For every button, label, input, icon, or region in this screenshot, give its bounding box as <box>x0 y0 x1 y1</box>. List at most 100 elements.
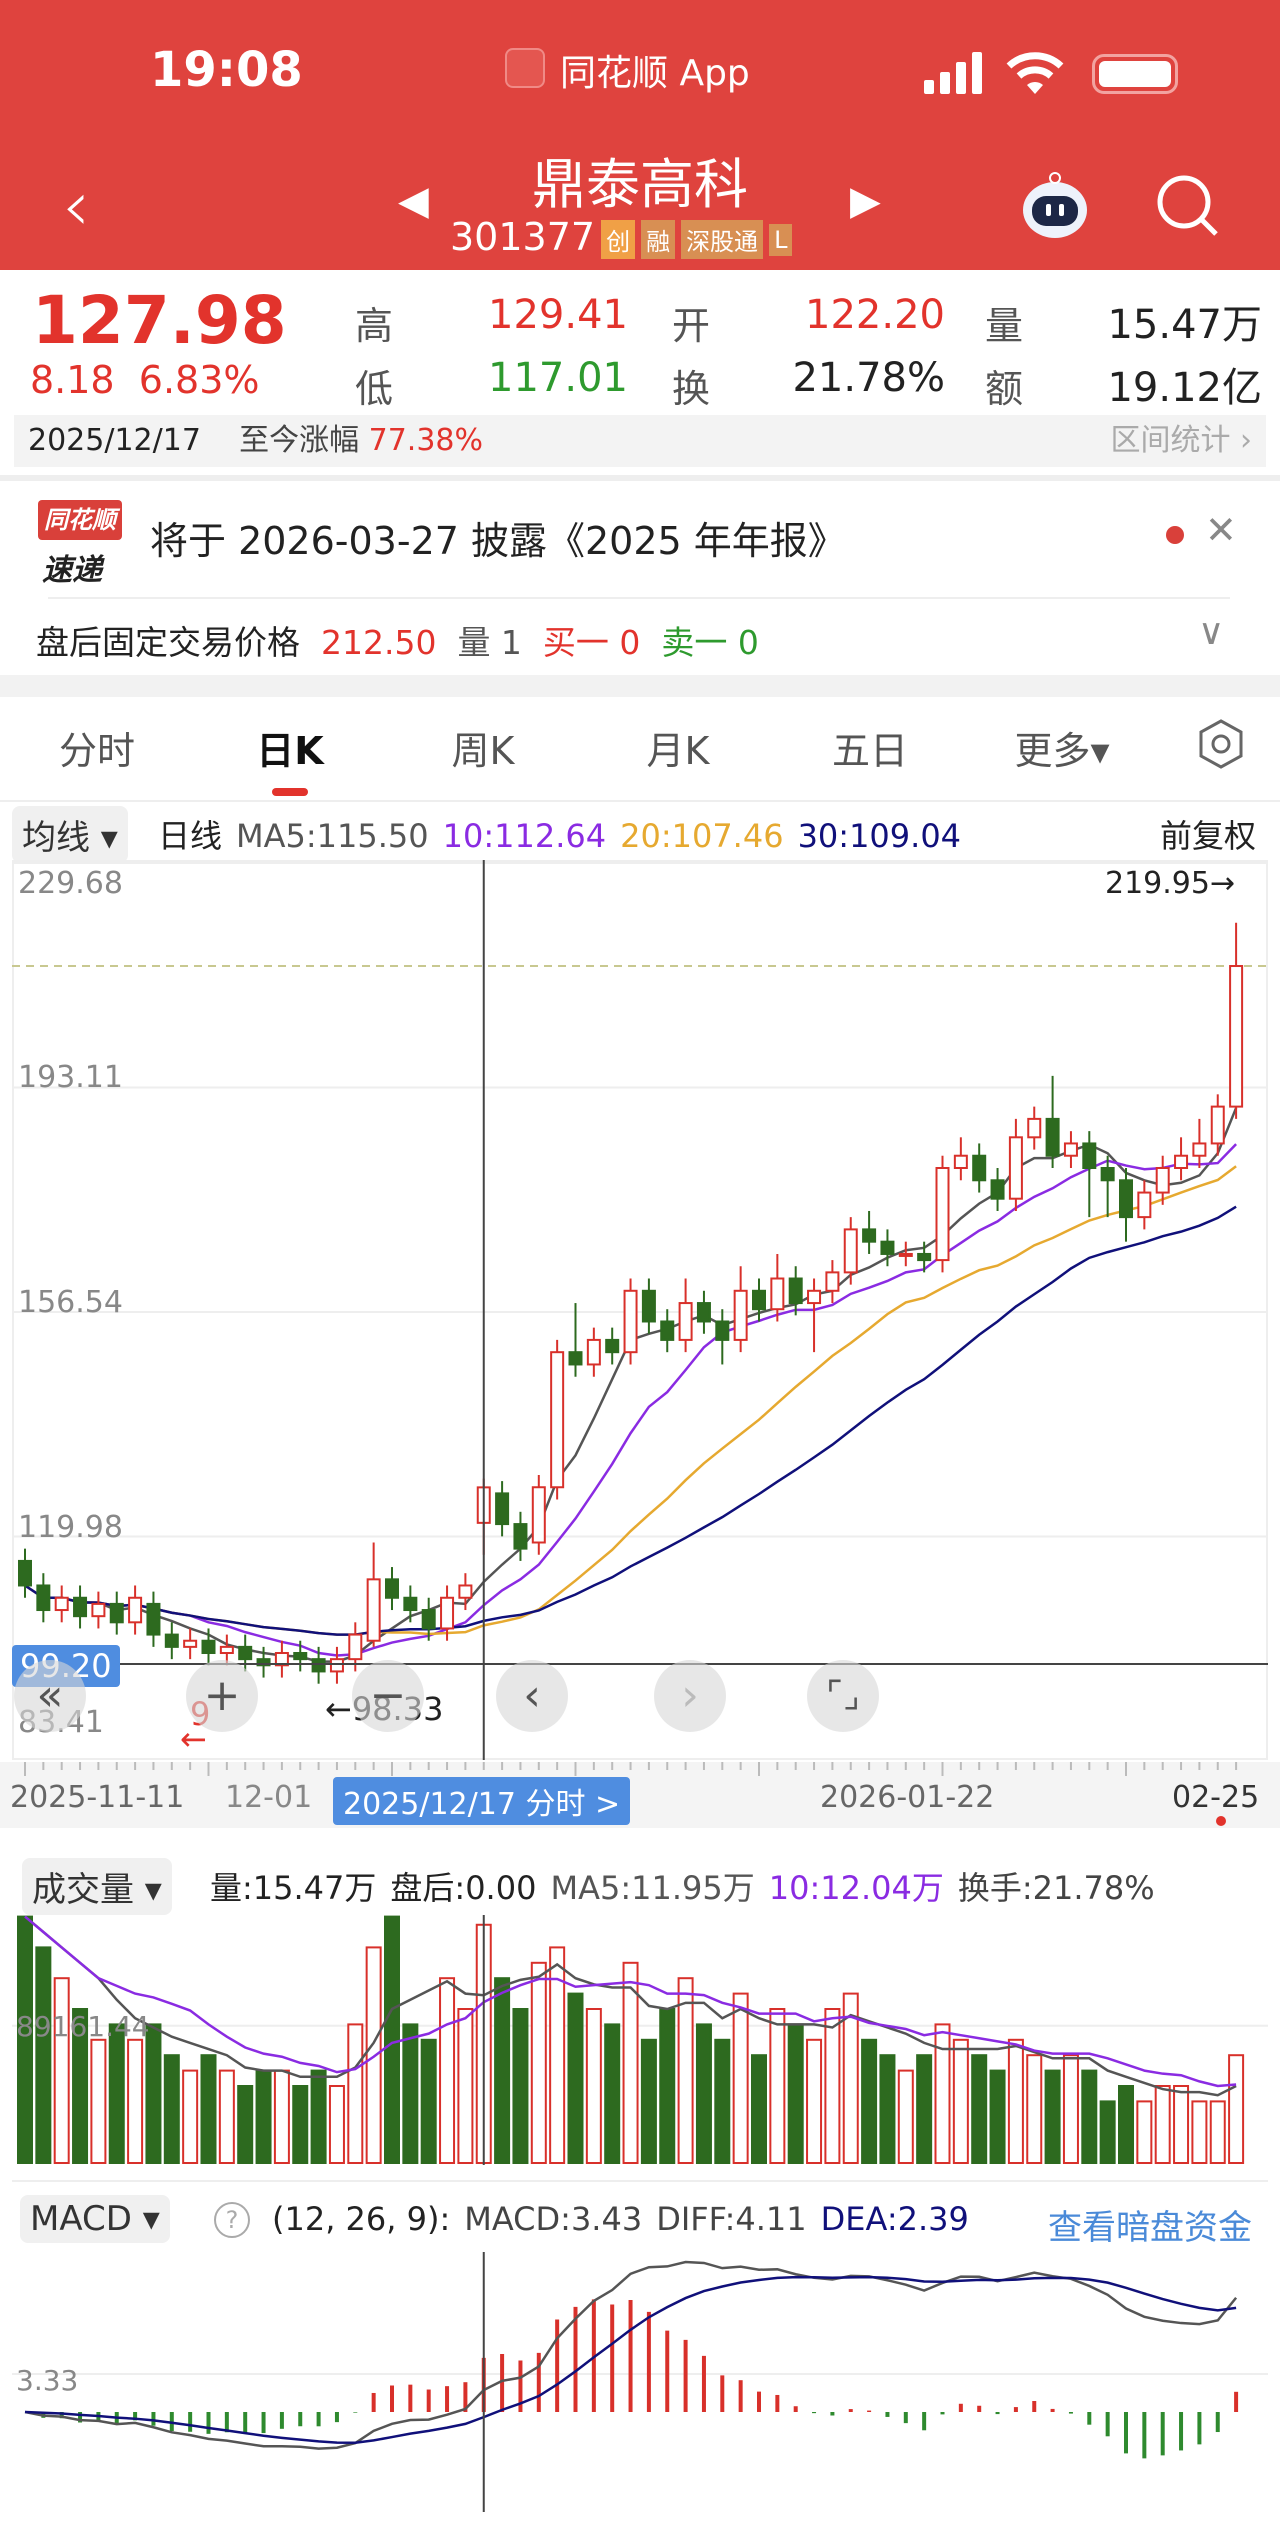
candle-up <box>733 1289 748 1341</box>
candle-down <box>73 1596 88 1618</box>
tab-daily-k[interactable]: 日K <box>256 720 323 775</box>
ma30-value: 30:109.04 <box>797 817 962 855</box>
turnover-value: 21.78% <box>792 355 945 401</box>
zoom-in-button[interactable]: + <box>186 1660 258 1732</box>
volume-chart[interactable] <box>0 1915 1280 2165</box>
ma20-line <box>24 1165 1237 1636</box>
kline-chart[interactable] <box>0 860 1280 1760</box>
volume-bar-down <box>384 1915 400 2164</box>
status-app-name: 同花顺 App <box>560 53 750 94</box>
indicator-selector[interactable]: 均线 ▾ <box>12 806 128 863</box>
diff-value: DIFF:4.11 <box>656 2200 807 2238</box>
candle-up <box>1155 1167 1170 1194</box>
candle-down <box>568 1351 583 1366</box>
candle-down <box>513 1523 528 1550</box>
candle-up <box>935 1167 950 1262</box>
candle-down <box>311 1658 326 1673</box>
vol-ma5: MA5:11.95万 <box>550 1869 755 1907</box>
interval-stats-link[interactable]: 区间统计 › <box>1110 415 1252 467</box>
candle-up <box>128 1596 143 1624</box>
after-hours-row[interactable]: 盘后固定交易价格 212.50 量 1 买一 0 卖一 0 <box>36 616 759 664</box>
scroll-right-button[interactable]: › <box>654 1660 726 1732</box>
volume-bar-down <box>237 2085 254 2164</box>
after-hours-price: 212.50 <box>320 623 437 662</box>
stock-code-row: 301377 创融深股通 L <box>450 215 835 259</box>
y-tick-label: 156.54 <box>18 1285 123 1320</box>
after-hours-volume: 盘后:0.00 <box>390 1869 537 1907</box>
settings-gear-icon[interactable] <box>1195 718 1247 774</box>
latest-dot-icon <box>1216 1816 1226 1826</box>
macd-chart[interactable] <box>0 2252 1280 2512</box>
tab-monthly-k[interactable]: 月K <box>647 720 710 775</box>
volume-bar-down <box>35 1946 52 2165</box>
macd-indicator-selector[interactable]: MACD ▾ <box>20 2195 170 2243</box>
candle-down <box>18 1559 32 1587</box>
crosshair-date-intraday-link[interactable]: 2025/12/17 分时 > <box>333 1777 631 1825</box>
search-icon[interactable] <box>1152 170 1222 244</box>
volume-bar-up <box>677 1977 694 2165</box>
scroll-left-button[interactable]: ‹ <box>496 1660 568 1732</box>
candle-up <box>623 1289 638 1354</box>
adjust-mode-button[interactable]: 前复权 <box>1160 811 1256 857</box>
help-icon[interactable]: ? <box>214 2202 250 2238</box>
low-label: 低 <box>355 367 394 411</box>
robot-assistant-icon[interactable] <box>1018 168 1092 246</box>
ths-logo: 同花顺 <box>38 500 122 540</box>
candle-down <box>605 1338 620 1354</box>
tab-intraday[interactable]: 分时 <box>59 720 135 775</box>
close-notice-icon[interactable]: ✕ <box>1205 508 1237 552</box>
scroll-to-start-button[interactable]: « <box>14 1660 86 1732</box>
candle-down <box>660 1320 675 1341</box>
candle-up <box>531 1486 546 1544</box>
volume-bar-down <box>200 2054 217 2164</box>
amount-label: 额 <box>985 367 1024 411</box>
macd-legend: (12, 26, 9): MACD:3.43 DIFF:4.11 DEA:2.39 <box>272 2200 983 2238</box>
volume-indicator-selector[interactable]: 成交量 ▾ <box>22 1858 172 1915</box>
candle-down <box>164 1633 179 1648</box>
price-change: 8.18 6.83% <box>30 358 260 402</box>
unread-dot-icon <box>1166 526 1184 544</box>
notice-text[interactable]: 将于 2026-03-27 披露《2025 年年报》 <box>150 510 846 565</box>
tab-weekly-k[interactable]: 周K <box>452 720 515 775</box>
turnover-rate: 换手:21.78% <box>957 1869 1155 1907</box>
expand-chevron-icon[interactable]: ∨ <box>1198 612 1224 653</box>
candle-down <box>1119 1179 1133 1219</box>
volume-bar-down <box>714 2038 731 2164</box>
last-price: 127.98 <box>32 282 287 359</box>
change-value: 8.18 <box>30 358 115 402</box>
high-value: 129.41 <box>488 292 628 338</box>
turnover-label: 换 <box>672 367 711 411</box>
battery-icon <box>1092 54 1178 94</box>
volume-bar-up <box>1173 2085 1190 2164</box>
volume-legend: 量:15.47万 盘后:0.00 MA5:11.95万 10:12.04万 换手:21.… <box>210 1863 1169 1909</box>
date-label: 2025-11-11 <box>10 1780 185 1815</box>
badge-chuang: 创 <box>601 220 636 259</box>
volume-bar-up <box>457 2008 474 2164</box>
candle-down <box>293 1652 308 1661</box>
divider <box>12 2180 1268 2182</box>
badge-l: L <box>769 223 793 256</box>
tab-more[interactable]: 更多▾ <box>1014 720 1109 775</box>
volume-bar-up <box>934 2023 951 2165</box>
candle-up <box>898 1252 913 1257</box>
dea-value: DEA:2.39 <box>820 2200 969 2238</box>
zoom-out-button[interactable]: − <box>352 1660 424 1732</box>
volume-bar-down <box>659 2008 676 2164</box>
period-stats-bar[interactable]: 2025/12/17 至今涨幅 77.38% 区间统计 › <box>14 415 1266 467</box>
volume-bar-up <box>347 2023 364 2165</box>
volume-bar-up <box>273 2069 290 2165</box>
after-hours-vol: 量 1 <box>457 623 522 662</box>
volume-bar-down <box>163 2054 180 2164</box>
candle-up <box>458 1584 473 1599</box>
fullscreen-button[interactable]: ⌜⌟ <box>807 1660 879 1732</box>
next-stock-button[interactable]: ▶ <box>850 178 881 224</box>
after-hours-sell: 卖一 0 <box>661 623 759 662</box>
candle-down <box>862 1228 877 1243</box>
tab-five-day[interactable]: 五日 <box>832 720 908 775</box>
volume-bar-up <box>182 2069 199 2165</box>
ma10-value: 10:112.64 <box>442 817 607 855</box>
dark-pool-funds-link[interactable]: 查看暗盘资金 <box>1048 2200 1252 2249</box>
volume-bar-up <box>732 1992 749 2164</box>
volume-value: 量:15.47万 <box>210 1869 377 1907</box>
app-logo-icon <box>505 48 545 88</box>
